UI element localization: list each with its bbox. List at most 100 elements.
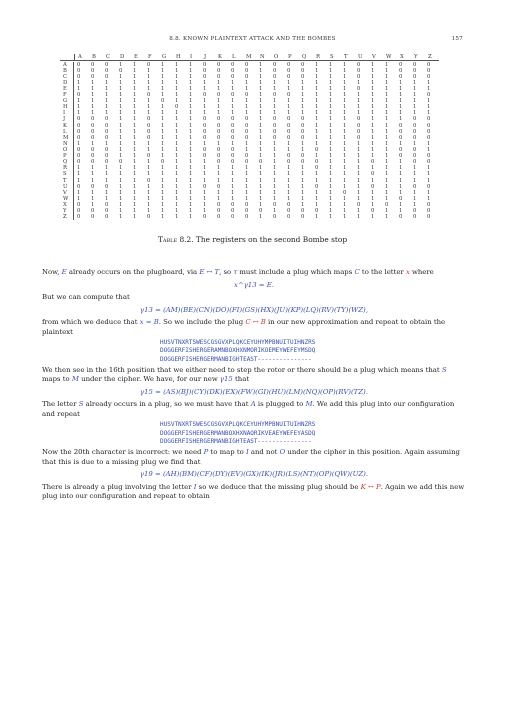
column-header: D [120, 54, 125, 60]
plaintext-block-1: HUSVTNXRTSWESCGSGVXPLQKCEYUHYMPBNUITUIHN… [42, 339, 466, 364]
caption-text: The registers on the second Bombe stop [193, 235, 348, 244]
text-run: . So we include the plug [158, 318, 246, 326]
paragraph: from which we deduce that x = B. So we i… [42, 318, 466, 337]
table-cell: 1 [385, 214, 389, 221]
paragraph: But we can compute that [42, 293, 130, 301]
table-corner [60, 54, 75, 61]
plaintext-block-2: HUSVTNXRTSWESCGSGVXPLQKCEYUHYMPBNUITUIHN… [42, 421, 466, 446]
table-cell: 0 [273, 214, 277, 221]
table-cell: 1 [371, 214, 375, 221]
table-cell: 0 [105, 214, 109, 221]
table-cell: 0 [203, 214, 207, 221]
text-run: is plugged to [255, 400, 306, 409]
table-cell: 1 [259, 214, 263, 221]
text-run: where [409, 268, 434, 276]
text-run: , so [219, 268, 234, 276]
equation-gamma13: γ13 = (AM)(BE)(CN)(DO)(FI)(GS)(HX)(JU)(K… [140, 305, 368, 314]
text-run: so we deduce that the missing plug shoul… [196, 482, 361, 491]
table-cell: 1 [343, 214, 347, 221]
column-header: J [204, 54, 207, 60]
paragraph: There is already a plug involving the le… [42, 483, 466, 502]
table-cell: 0 [245, 214, 249, 221]
math-inline: C ↔ B [245, 318, 266, 326]
table-caption: Table 8.2. The registers on the second B… [0, 235, 505, 244]
paragraph: Now, E already occurs on the plugboard, … [42, 268, 466, 278]
column-header: Y [414, 54, 418, 60]
text-run: maps to [42, 375, 72, 384]
text-run: Now, [42, 268, 62, 276]
text-run: Now the 20th character is incorrect: we … [42, 448, 204, 457]
text-run: The letter [42, 400, 79, 409]
table-cell: 1 [315, 214, 319, 221]
text-run: and not [248, 448, 280, 457]
table-cell: 1 [119, 214, 123, 221]
column-header: K [218, 54, 222, 60]
text-run: already occurs on the plugboard, via [66, 268, 200, 276]
code-line: DOGGERFISHERGERMANBIGHTEAST-------------… [160, 355, 312, 363]
paragraph: We then see in the 16th position that we… [42, 366, 466, 385]
math-inline: K ↔ P [360, 482, 381, 491]
column-header: N [260, 54, 265, 60]
column-header: M [246, 54, 252, 60]
table-cell: 0 [399, 214, 403, 221]
column-header: H [176, 54, 181, 60]
text-run: that [232, 375, 250, 384]
column-header: I [190, 54, 193, 60]
column-header: L [232, 54, 236, 60]
paragraph: Now the 20th character is incorrect: we … [42, 448, 466, 467]
paragraph: The letter S already occurs in a plug, s… [42, 400, 466, 419]
table-cell: 0 [91, 214, 95, 221]
table-cell: 0 [231, 214, 235, 221]
column-header: B [92, 54, 96, 60]
table-cell: 0 [301, 214, 305, 221]
math-inline: γ15 [219, 375, 233, 384]
column-header: Z [428, 54, 432, 60]
equation-gamma15: γ15 = (AS)(BJ)(CY)(DK)(EX)(FW)(GI)(HU)(L… [140, 387, 368, 396]
page-number: 157 [451, 36, 463, 42]
column-header: E [134, 54, 138, 60]
table-cell: 0 [77, 214, 81, 221]
math-inline: M [71, 375, 79, 384]
text-run: We then see in the 16th position that we… [42, 365, 442, 374]
math-inline: x = B [139, 318, 159, 326]
column-header: F [148, 54, 152, 60]
code-line: DOGGERFISHERGERMANBOXHXNAORIKVEAEYWEFEYA… [160, 429, 316, 437]
text-run: from which we deduce that [42, 318, 140, 326]
table-row: Z00011011100001000111111000 [60, 214, 439, 221]
column-header: W [386, 54, 392, 60]
code-line: HUSVTNXRTSWESCGSGVXPLQKCEYUHYMPBNUITUIHN… [160, 339, 316, 346]
math-inline: S [441, 365, 447, 374]
registers-table: A B C D E F G H I J K L M N O P Q R S T U V W X Y ZA 0 0 0 1 1 0 1 1 1 0 0 0 0… [60, 54, 439, 221]
table-cell: 1 [329, 214, 333, 221]
column-header: O [274, 54, 279, 60]
equation-gamma19: γ19 = (AH)(BM)(CF)(DY)(EV)(GX)(IK)(JR)(L… [139, 470, 369, 479]
text-run: under the cipher. We have, for our new [78, 375, 220, 384]
code-line: DOGGERFISHERGERAMNBOXHXNMORIKOEMEYWEFEYM… [160, 347, 316, 355]
code-line: HUSVTNXRTSWESCGSGVXPLQKCEYUHYMPBNUITUIHN… [160, 421, 316, 429]
table-header-row: A B C D E F G H I J K L M N O P Q R S T U V W X Y Z [60, 54, 439, 62]
column-header: T [344, 54, 348, 60]
equation-x-gamma13: x^γ13 = E. [234, 280, 274, 289]
text-run: There is already a plug involving the le… [42, 482, 194, 491]
column-header: X [400, 54, 404, 60]
math-inline: M [305, 400, 313, 409]
column-header: C [106, 54, 111, 60]
table-cell: 0 [217, 214, 221, 221]
running-title: 8.8. KNOWN PLAINTEXT ATTACK AND THE BOMB… [169, 36, 336, 42]
table-cell: 1 [161, 214, 165, 221]
table-cell: 1 [133, 214, 137, 221]
table-cell: 0 [427, 214, 431, 221]
math-inline: E ↔ T [199, 268, 220, 276]
table-cell: 1 [175, 214, 179, 221]
column-header: U [358, 54, 363, 60]
table-cell: 0 [287, 214, 291, 221]
text-run: must include a plug which maps [237, 268, 355, 276]
table-cell: 1 [357, 214, 361, 221]
table-cell: 1 [189, 214, 193, 221]
text-run: already occurs in a plug, so we must hav… [83, 400, 251, 409]
table-cell: 0 [413, 214, 417, 221]
text-run: to the letter [359, 268, 406, 276]
body-text: Now, E already occurs on the plugboard, … [42, 268, 466, 502]
column-header: S [330, 54, 334, 60]
text-run: to map to [208, 448, 246, 457]
